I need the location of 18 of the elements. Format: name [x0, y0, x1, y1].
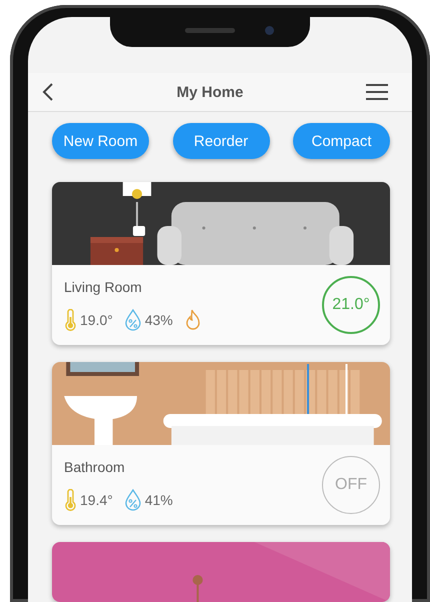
thermometer-icon	[64, 309, 77, 331]
temperature-reading: 19.0°	[80, 312, 113, 328]
screen-title: My Home	[176, 84, 244, 100]
action-button[interactable]: Compact	[293, 123, 390, 159]
humidity-icon	[124, 489, 142, 511]
humidity-reading: 43%	[144, 312, 173, 328]
humidity-reading: 41%	[144, 492, 173, 508]
thermometer-icon	[64, 489, 77, 511]
room-name: Bathroom	[64, 459, 126, 475]
humidity-icon	[124, 309, 142, 331]
thermostat-button[interactable]: OFF	[322, 456, 380, 514]
menu-icon	[366, 84, 388, 100]
action-button[interactable]: New Room	[52, 123, 149, 159]
chevron-left-icon	[42, 82, 54, 102]
action-button[interactable]: Reorder	[172, 123, 270, 159]
thermostat-button[interactable]: 21.0°	[322, 276, 380, 334]
temperature-reading: 19.4°	[80, 492, 113, 508]
room-name: Living Room	[64, 279, 143, 295]
